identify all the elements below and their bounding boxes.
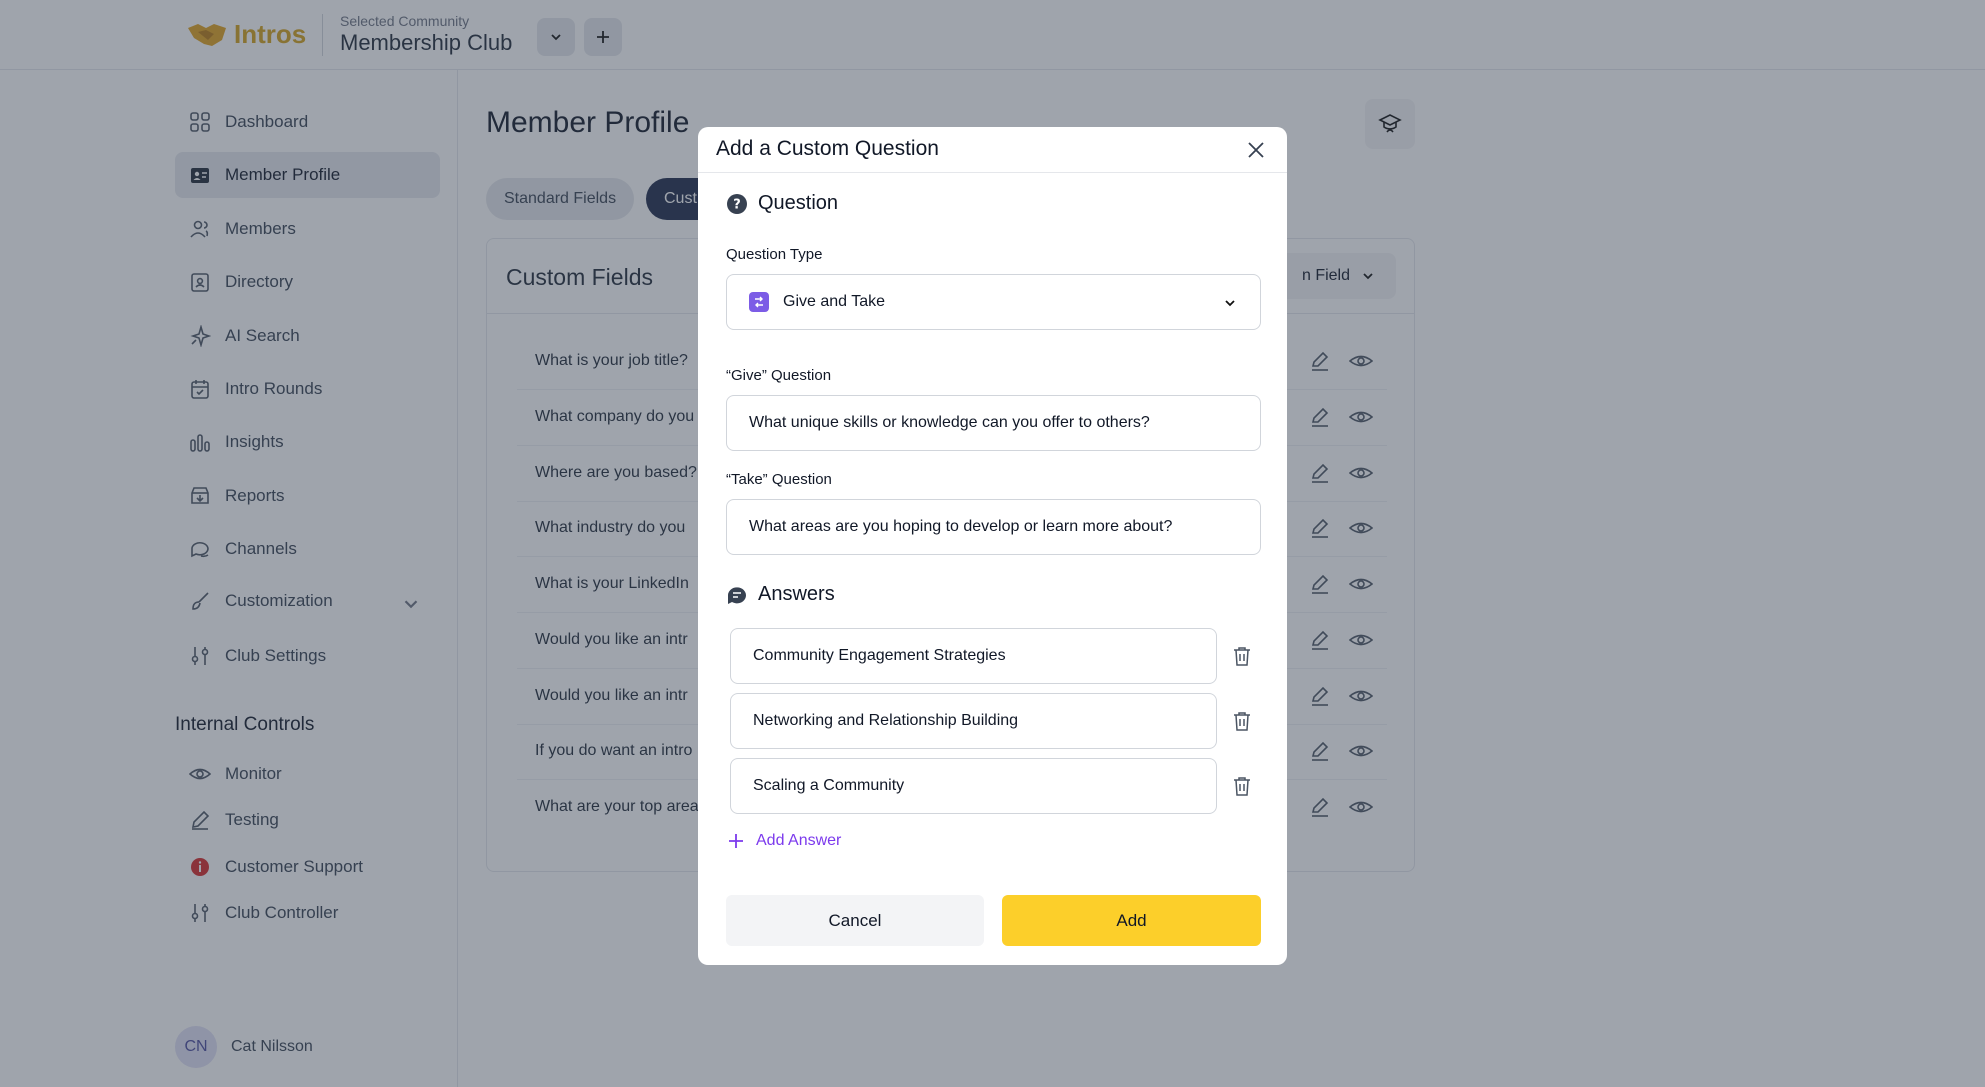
question-type-value: Give and Take [783, 293, 885, 310]
give-question-value: What unique skills or knowledge can you … [749, 414, 1150, 431]
answer-value: Scaling a Community [753, 777, 905, 794]
answer-value: Networking and Relationship Building [753, 712, 1019, 729]
close-icon[interactable] [1245, 139, 1267, 161]
trash-icon[interactable] [1231, 645, 1253, 667]
give-question-label: “Give” Question [726, 367, 832, 384]
question-type-label: Question Type [726, 246, 823, 263]
answer-input[interactable]: Networking and Relationship Building [730, 693, 1217, 749]
cancel-button[interactable]: Cancel [726, 895, 984, 946]
add-answer-button[interactable]: Add Answer [728, 832, 841, 850]
take-question-value: What areas are you hoping to develop or … [749, 518, 1173, 535]
add-custom-question-modal: Add a Custom Question ? Question Questio… [698, 127, 1287, 965]
add-answer-label: Add Answer [756, 832, 842, 849]
add-button[interactable]: Add [1002, 895, 1261, 946]
trash-icon[interactable] [1231, 775, 1253, 797]
give-question-input[interactable]: What unique skills or knowledge can you … [726, 395, 1261, 451]
modal-header: Add a Custom Question [698, 127, 1287, 173]
trash-icon[interactable] [1231, 710, 1253, 732]
question-mark-icon: ? [727, 193, 747, 214]
chat-bubble-icon [728, 586, 746, 604]
plus-icon [729, 834, 743, 848]
modal-title: Add a Custom Question [716, 137, 939, 160]
answer-input[interactable]: Scaling a Community [730, 758, 1217, 814]
svg-text:?: ? [733, 197, 741, 212]
question-section-title: Question [758, 192, 839, 214]
answers-section-header: Answers [726, 583, 835, 606]
chevron-down-icon [1225, 300, 1235, 307]
take-question-input[interactable]: What areas are you hoping to develop or … [726, 499, 1261, 555]
question-section-header: ? Question [726, 192, 838, 215]
answers-section-title: Answers [758, 583, 835, 605]
give-take-icon [749, 292, 769, 312]
take-question-label: “Take” Question [726, 471, 832, 488]
question-type-select[interactable]: Give and Take [726, 274, 1261, 330]
answer-input[interactable]: Community Engagement Strategies [730, 628, 1217, 684]
answer-value: Community Engagement Strategies [753, 647, 1006, 664]
